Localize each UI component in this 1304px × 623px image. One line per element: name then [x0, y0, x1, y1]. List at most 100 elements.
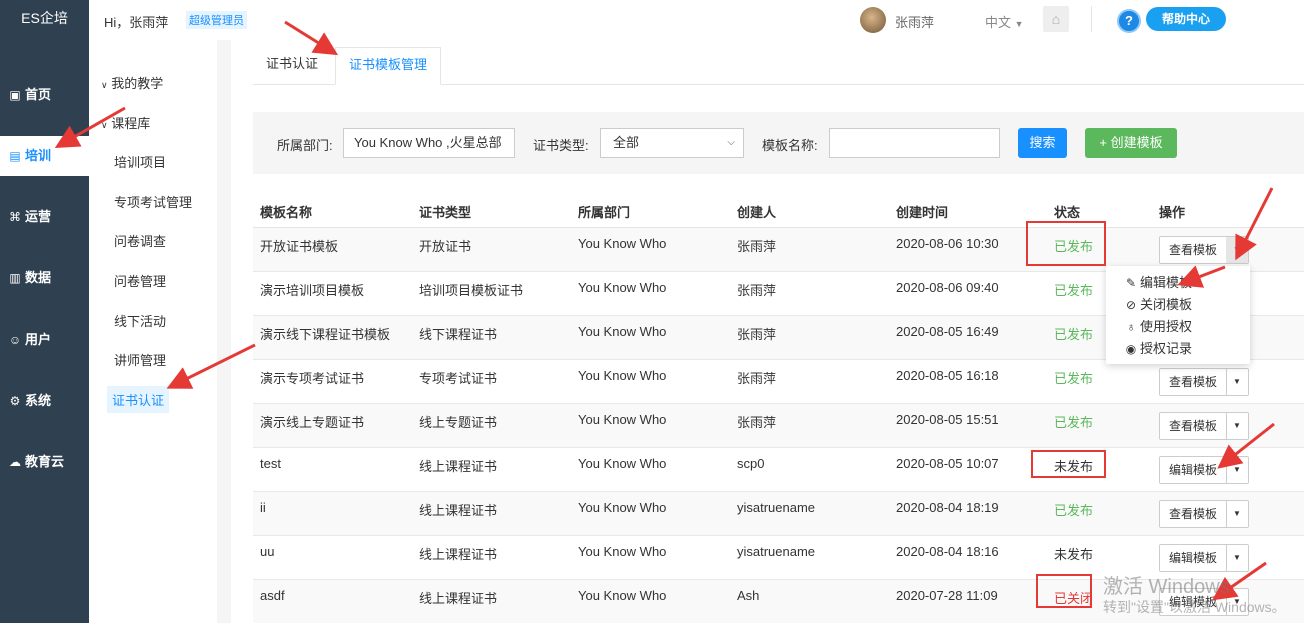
divider	[1091, 6, 1092, 32]
tab-certificate-auth[interactable]: 证书认证	[253, 47, 331, 85]
menu-item-use-authorization[interactable]: ♁ 使用授权	[1124, 316, 1193, 335]
cell-time: 2020-08-04 18:19	[896, 500, 999, 515]
users-icon: ☺	[8, 333, 22, 347]
status-badge: 已发布	[1054, 503, 1094, 518]
dashboard-icon: ▣	[9, 88, 21, 102]
subnav-item-training-projects[interactable]: 培训项目	[114, 152, 166, 171]
name-input[interactable]	[829, 128, 1000, 158]
dept-input[interactable]: You Know Who ,火星总部	[343, 128, 515, 158]
cell-type: 专项考试证书	[419, 371, 498, 386]
caret-down-icon[interactable]: ▼	[1226, 413, 1248, 439]
col-actions: 操作	[1159, 205, 1186, 220]
caret-down-icon[interactable]: ▼	[1226, 545, 1248, 571]
menu-item-authorization-log[interactable]: ◉ 授权记录	[1124, 338, 1192, 357]
cell-type: 线上专题证书	[419, 415, 498, 430]
cell-name: ii	[260, 500, 266, 515]
type-select-value: 全部	[613, 135, 640, 150]
cell-dept: You Know Who	[578, 412, 667, 427]
chevron-down-icon: ∨	[101, 80, 108, 90]
subnav-group-course-library[interactable]: ∨ 课程库	[101, 113, 150, 132]
edit-icon: ✎	[1125, 276, 1137, 290]
cell-time: 2020-08-05 16:18	[896, 368, 999, 383]
user-name[interactable]: 张雨萍	[895, 12, 934, 31]
windows-watermark: 激活 Windows	[1103, 576, 1230, 598]
subnav-group-my-teaching[interactable]: ∨ 我的教学	[101, 73, 163, 92]
language-label: 中文	[985, 15, 1012, 30]
cell-time: 2020-08-06 09:40	[896, 280, 999, 295]
avatar[interactable]	[860, 7, 886, 33]
create-template-button[interactable]: + 创建模板	[1085, 128, 1177, 158]
col-status: 状态	[1054, 205, 1081, 220]
sidebar-item-label: 系统	[25, 393, 52, 408]
book-icon: ▤	[9, 149, 21, 163]
row-action-button[interactable]: 编辑模板	[1160, 457, 1227, 483]
cell-dept: You Know Who	[578, 544, 667, 559]
bar-chart-icon: ▥	[9, 271, 21, 285]
cell-dept: You Know Who	[578, 368, 667, 383]
cell-name: 演示培训项目模板	[260, 283, 365, 298]
tab-certificate-template[interactable]: 证书模板管理	[335, 47, 442, 85]
type-select[interactable]: 全部 ⌵	[600, 128, 744, 158]
cell-name: 开放证书模板	[260, 239, 339, 254]
sidebar-item-system[interactable]: ⚙ 系统	[0, 381, 89, 421]
cell-creator: 张雨萍	[737, 239, 777, 254]
search-button[interactable]: 搜索	[1018, 128, 1067, 158]
col-creator: 创建人	[737, 205, 777, 220]
cell-type: 线上课程证书	[419, 459, 498, 474]
cell-creator: Ash	[737, 588, 760, 603]
help-center-button[interactable]: 帮助中心	[1146, 7, 1226, 31]
dept-label: 所属部门:	[277, 138, 333, 153]
cell-time: 2020-08-05 16:49	[896, 324, 999, 339]
cell-creator: yisatruename	[737, 544, 816, 559]
sidebar-item-training[interactable]: ▤ 培训	[0, 136, 89, 176]
row-action-button[interactable]: 查看模板	[1160, 413, 1227, 439]
sidebar-item-label: 数据	[25, 270, 52, 285]
sidebar-item-operations[interactable]: ⌘ 运营	[0, 197, 89, 237]
filter-bar: 所属部门: You Know Who ,火星总部 证书类型: 全部 ⌵ 模板名称:…	[253, 112, 1304, 174]
row-action-button[interactable]: 查看模板	[1160, 369, 1227, 395]
main-sidebar: ES企培 ▣ 首页 ▤ 培训 ⌘ 运营 ▥ 数据 ☺ 用户 ⚙ 系统 ☁ 教育云	[0, 0, 89, 623]
cell-time: 2020-08-04 18:16	[896, 544, 999, 559]
row-action-group: 查看模板▼	[1159, 368, 1249, 396]
cell-creator: 张雨萍	[737, 415, 777, 430]
subnav-item-offline-activity[interactable]: 线下活动	[114, 311, 166, 330]
row-action-button[interactable]: 查看模板	[1160, 237, 1227, 263]
role-badge: 超级管理员	[186, 11, 247, 29]
home-icon[interactable]: ⌂	[1043, 6, 1069, 32]
table-row: 演示线上专题证书 线上专题证书 You Know Who 张雨萍 2020-08-05 …	[253, 404, 1304, 448]
subnav-item-lecturer-management[interactable]: 讲师管理	[114, 350, 166, 369]
caret-down-icon[interactable]: ▼	[1226, 237, 1248, 263]
menu-item-close-template[interactable]: ⊘ 关闭模板	[1124, 294, 1192, 313]
help-icon[interactable]: ?	[1117, 9, 1141, 33]
row-action-group: 编辑模板 ▼	[1159, 544, 1249, 572]
caret-down-icon[interactable]: ▼	[1226, 457, 1248, 483]
cell-time: 2020-08-05 15:51	[896, 412, 999, 427]
cell-name: asdf	[260, 588, 285, 603]
row-action-button[interactable]: 编辑模板	[1160, 545, 1227, 571]
cell-type: 开放证书	[419, 239, 472, 254]
subnav-item-certificate[interactable]: 证书认证	[107, 386, 170, 413]
caret-down-icon[interactable]: ▼	[1226, 369, 1248, 395]
gear-icon: ⚙	[9, 394, 21, 408]
type-label: 证书类型:	[533, 138, 589, 153]
language-select[interactable]: 中文 ▼	[985, 12, 1024, 31]
cell-dept: You Know Who	[578, 456, 667, 471]
subnav-item-exam-management[interactable]: 专项考试管理	[114, 192, 192, 211]
subnav-item-survey[interactable]: 问卷调查	[114, 231, 166, 250]
sidebar-item-edu-cloud[interactable]: ☁ 教育云	[0, 442, 89, 482]
annotation-box	[1031, 450, 1106, 478]
cloud-icon: ☁	[9, 455, 21, 469]
top-bar: Hi，张雨萍 超级管理员 张雨萍 中文 ▼ ⌂ ? 帮助中心	[89, 0, 1304, 40]
sidebar-item-data[interactable]: ▥ 数据	[0, 258, 89, 298]
cell-name: 演示专项考试证书	[260, 371, 365, 386]
windows-watermark-hint: 转到"设置"以激活 Windows。	[1103, 599, 1286, 615]
sidebar-item-label: 用户	[25, 332, 52, 347]
app-logo[interactable]: ES企培	[0, 0, 89, 40]
sidebar-item-home[interactable]: ▣ 首页	[0, 75, 89, 115]
subnav-item-survey-management[interactable]: 问卷管理	[114, 271, 166, 290]
menu-item-edit-template[interactable]: ✎ 编辑模板	[1124, 272, 1192, 291]
caret-down-icon[interactable]: ▼	[1226, 501, 1248, 527]
row-action-button[interactable]: 查看模板	[1160, 501, 1227, 527]
sidebar-item-users[interactable]: ☺ 用户	[0, 320, 89, 360]
action-dropdown-menu: ✎ 编辑模板 ⊘ 关闭模板 ♁ 使用授权 ◉ 授权记录	[1106, 266, 1250, 364]
